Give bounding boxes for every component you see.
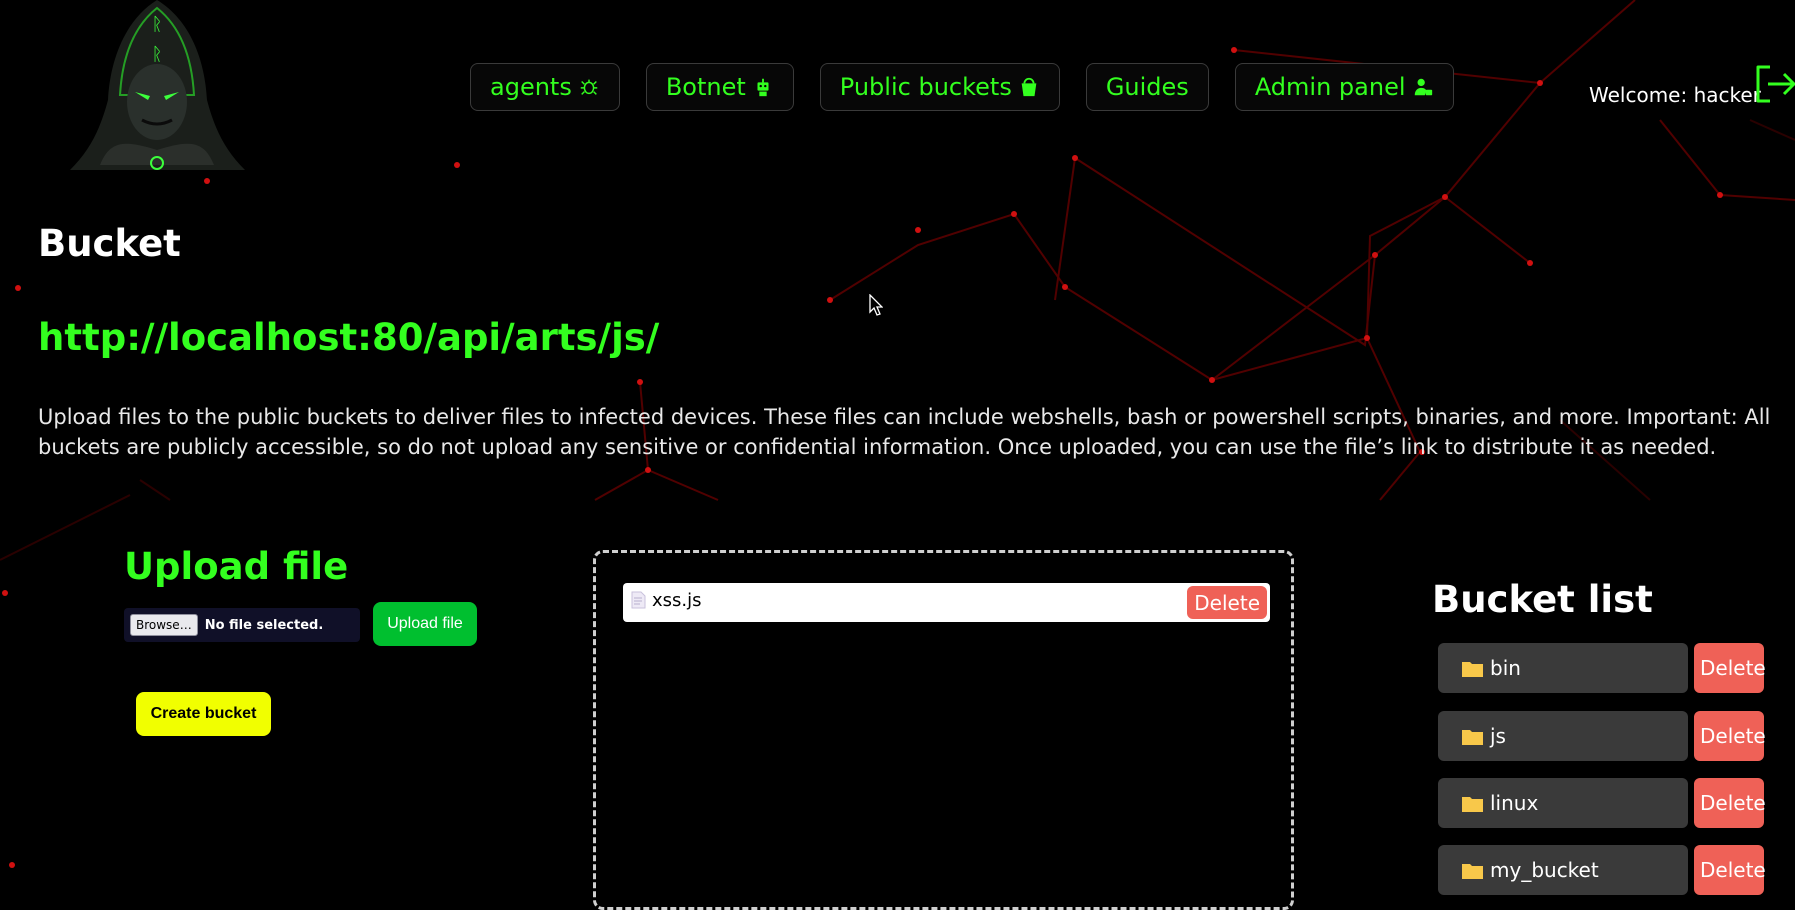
bucket-item[interactable]: linux [1438,778,1688,828]
bucket-item[interactable]: bin [1438,643,1688,693]
nav-public-buckets[interactable]: Public buckets [819,63,1060,111]
bucket-item[interactable]: my_bucket [1438,845,1688,895]
bucket-name: linux [1490,791,1539,815]
file-input[interactable]: Browse… No file selected. [124,608,360,642]
delete-bucket-button[interactable]: Delete [1694,845,1766,895]
nav-label: Guides [1105,73,1189,101]
nav-botnet[interactable]: Botnet [645,63,794,111]
upload-title: Upload file [124,545,349,588]
delete-bucket-button[interactable]: Delete [1694,778,1766,828]
svg-text:ᚱ: ᚱ [152,14,163,35]
nav-label: Botnet [665,73,746,101]
delete-bucket-button[interactable]: Delete [1694,643,1766,693]
nav-label: agents [490,73,572,101]
page-title: Bucket [38,222,181,265]
create-bucket-button[interactable]: Create bucket [136,692,271,736]
svg-text:ᚱ: ᚱ [152,44,163,65]
browse-button[interactable]: Browse… [130,614,198,636]
upload-file-button[interactable]: Upload file [373,602,477,646]
folder-icon [1462,662,1483,677]
nav-admin-panel[interactable]: Admin panel [1234,63,1454,111]
bug-icon [580,79,598,95]
no-file-label: No file selected. [204,617,324,633]
bucket-list-title: Bucket list [1432,578,1653,621]
file-dropzone[interactable]: xss.js Delete [593,550,1294,910]
nav-guides[interactable]: Guides [1085,63,1209,111]
file-name: xss.js [652,590,702,611]
file-icon [631,591,646,609]
logout-icon[interactable] [1754,64,1795,104]
bucket-name: bin [1490,656,1521,680]
nav-label: Public buckets [839,73,1012,101]
bucket-icon [1021,77,1037,97]
delete-bucket-button[interactable]: Delete [1694,711,1766,761]
hooded-hacker-logo: ᚱ ᚱ [70,0,245,170]
bucket-item[interactable]: js [1438,711,1688,761]
folder-icon [1462,730,1483,745]
bucket-name: js [1490,724,1506,748]
file-item[interactable]: xss.js Delete [623,583,1270,622]
nav-label: Admin panel [1254,73,1406,101]
admin-user-icon [1414,78,1432,96]
delete-file-button[interactable]: Delete [1187,586,1267,619]
mouse-cursor-icon [869,294,883,316]
folder-icon [1462,797,1483,812]
bucket-url: http://localhost:80/api/arts/js/ [38,316,660,359]
nav-agents[interactable]: agents [470,63,620,111]
folder-icon [1462,864,1483,879]
bucket-name: my_bucket [1490,858,1599,882]
robot-icon [757,78,769,97]
main-nav: agents Botnet Public buckets Guides Admi… [470,63,1454,111]
welcome-text: Welcome: hacker [1589,83,1761,107]
